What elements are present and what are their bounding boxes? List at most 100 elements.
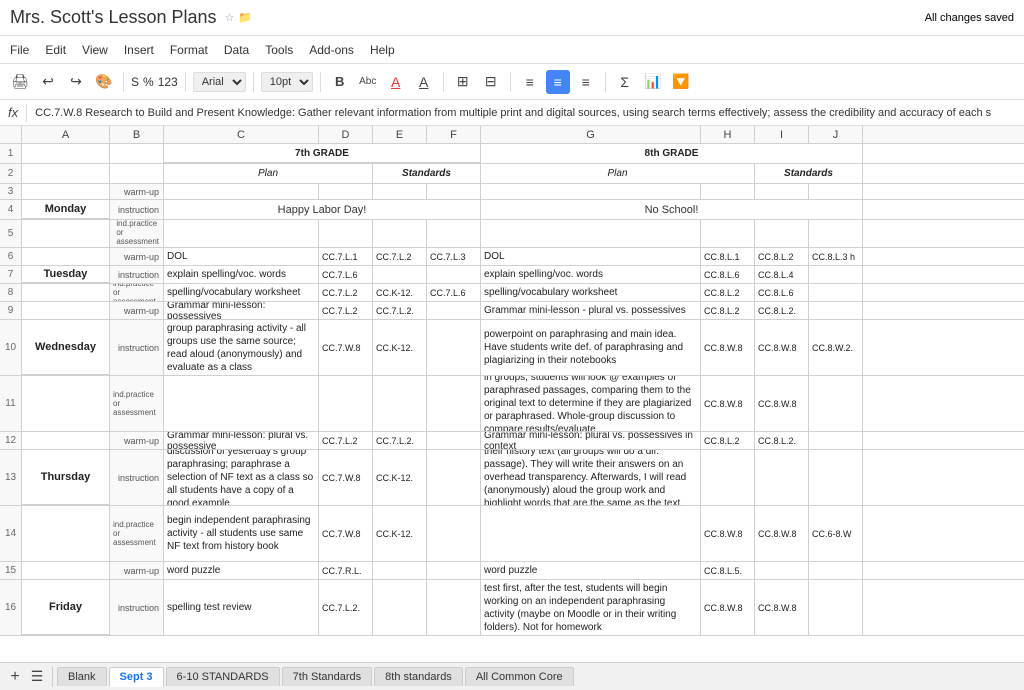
menu-file[interactable]: File	[10, 43, 29, 57]
cell-plan-7[interactable]: Plan	[164, 164, 373, 183]
menu-edit[interactable]: Edit	[45, 43, 66, 57]
cell-11-j[interactable]	[809, 376, 863, 431]
font-color-btn[interactable]: A	[384, 70, 408, 94]
cell-15-a[interactable]	[22, 562, 110, 579]
col-header-e[interactable]: E	[373, 126, 427, 143]
tab-7th-standards[interactable]: 7th Standards	[282, 667, 373, 686]
cell-15-d[interactable]: CC.7.R.L.	[319, 562, 373, 579]
col-header-i[interactable]: I	[755, 126, 809, 143]
cell-plan-8[interactable]: Plan	[481, 164, 755, 183]
cell-happy-labor-day[interactable]: Happy Labor Day!	[164, 200, 481, 219]
cell-friday[interactable]: Friday	[22, 580, 110, 635]
cell-9-d[interactable]: CC.7.L.2	[319, 302, 373, 319]
cell-6-i[interactable]: CC.8.L.2	[755, 248, 809, 265]
cell-14-j[interactable]: CC.6-8.W	[809, 506, 863, 561]
cell-9-g[interactable]: Grammar mini-lesson - plural vs. possess…	[481, 302, 701, 319]
cell-13-j[interactable]	[809, 450, 863, 505]
cell-13-d[interactable]: CC.7.W.8	[319, 450, 373, 505]
cell-9-a[interactable]	[22, 302, 110, 319]
cell-5-c[interactable]	[164, 220, 319, 247]
cell-16-i[interactable]: CC.8.W.8	[755, 580, 809, 635]
cell-thursday[interactable]: Thursday	[22, 450, 110, 505]
tab-all-common-core[interactable]: All Common Core	[465, 667, 574, 686]
star-icon[interactable]: ☆	[225, 11, 235, 24]
cell-6-j[interactable]: CC.8.L.3 h	[809, 248, 863, 265]
cell-8th-grade-header[interactable]: 8th GRADE	[481, 144, 863, 163]
cell-1-b[interactable]	[110, 144, 164, 163]
cell-5-g[interactable]	[481, 220, 701, 247]
cell-13-h[interactable]	[701, 450, 755, 505]
cell-5-h[interactable]	[701, 220, 755, 247]
cell-15-c[interactable]: word puzzle	[164, 562, 319, 579]
cell-15-b[interactable]: warm-up	[110, 562, 164, 579]
undo-btn[interactable]: ↩	[36, 70, 60, 94]
cell-8-d[interactable]: CC.7.L.2	[319, 284, 373, 301]
col-header-f[interactable]: F	[427, 126, 481, 143]
cell-9-e[interactable]: CC.7.L.2.	[373, 302, 427, 319]
cell-6-g[interactable]: DOL	[481, 248, 701, 265]
cell-8-b[interactable]: ind.practice or assessment	[110, 284, 164, 301]
align-right-btn[interactable]: ≡	[574, 70, 598, 94]
cell-12-c[interactable]: Grammar mini-lesson: plural vs. possessi…	[164, 432, 319, 449]
cell-13-f[interactable]	[427, 450, 481, 505]
tab-6-10-standards[interactable]: 6-10 STANDARDS	[166, 667, 280, 686]
cell-6-c[interactable]: DOL	[164, 248, 319, 265]
cell-8-c[interactable]: spelling/vocabulary worksheet	[164, 284, 319, 301]
cell-16-j[interactable]	[809, 580, 863, 635]
abc-btn[interactable]: Abc	[356, 70, 380, 94]
borders-btn[interactable]: ⊞	[451, 70, 475, 94]
cell-8-i[interactable]: CC.8.L.6	[755, 284, 809, 301]
cell-15-i[interactable]	[755, 562, 809, 579]
cell-5-e[interactable]	[373, 220, 427, 247]
cell-16-g[interactable]: test first, after the test, students wil…	[481, 580, 701, 635]
menu-addons[interactable]: Add-ons	[309, 43, 354, 57]
cell-3-c[interactable]	[164, 184, 319, 199]
cell-12-d[interactable]: CC.7.L.2	[319, 432, 373, 449]
cell-10-i[interactable]: CC.8.W.8	[755, 320, 809, 375]
cell-tuesday[interactable]: Tuesday	[22, 266, 110, 283]
col-header-b[interactable]: B	[110, 126, 164, 143]
cell-10-j[interactable]: CC.8.W.2.	[809, 320, 863, 375]
cell-3-j[interactable]	[809, 184, 863, 199]
cell-12-j[interactable]	[809, 432, 863, 449]
cell-11-i[interactable]: CC.8.W.8	[755, 376, 809, 431]
cell-10-h[interactable]: CC.8.W.8	[701, 320, 755, 375]
cell-12-e[interactable]: CC.7.L.2.	[373, 432, 427, 449]
cell-11-g[interactable]: in groups, students will look @ examples…	[481, 376, 701, 431]
cell-16-h[interactable]: CC.8.W.8	[701, 580, 755, 635]
cell-12-b[interactable]: warm-up	[110, 432, 164, 449]
cell-7-d[interactable]: CC.7.L.6	[319, 266, 373, 283]
cell-14-g[interactable]	[481, 506, 701, 561]
cell-5-b[interactable]: ind.practiceorassessment	[110, 220, 164, 247]
cell-7-c[interactable]: explain spelling/voc. words	[164, 266, 319, 283]
cell-13-b[interactable]: instruction	[110, 450, 164, 505]
cell-3-f[interactable]	[427, 184, 481, 199]
cell-10-c[interactable]: group paraphrasing activity - all groups…	[164, 320, 319, 375]
cell-16-c[interactable]: spelling test review	[164, 580, 319, 635]
cell-13-g[interactable]: Students in groups will paraphrase a sec…	[481, 450, 701, 505]
merge-btn[interactable]: ⊟	[479, 70, 503, 94]
sheets-list-btn[interactable]: ☰	[26, 666, 48, 688]
cell-10-b[interactable]: instruction	[110, 320, 164, 375]
cell-10-d[interactable]: CC.7.W.8	[319, 320, 373, 375]
cell-5-f[interactable]	[427, 220, 481, 247]
cell-7-f[interactable]	[427, 266, 481, 283]
menu-view[interactable]: View	[82, 43, 108, 57]
cell-12-f[interactable]	[427, 432, 481, 449]
cell-9-c[interactable]: Grammar mini-lesson: possessives	[164, 302, 319, 319]
cell-14-d[interactable]: CC.7.W.8	[319, 506, 373, 561]
cell-10-g[interactable]: powerpoint on paraphrasing and main idea…	[481, 320, 701, 375]
cell-6-e[interactable]: CC.7.L.2	[373, 248, 427, 265]
cell-13-i[interactable]	[755, 450, 809, 505]
cell-5-d[interactable]	[319, 220, 373, 247]
cell-11-b[interactable]: ind.practice or assessment	[110, 376, 164, 431]
cell-3-b[interactable]: warm-up	[110, 184, 164, 199]
cell-7-h[interactable]: CC.8.L.6	[701, 266, 755, 283]
menu-tools[interactable]: Tools	[265, 43, 293, 57]
col-header-d[interactable]: D	[319, 126, 373, 143]
cell-8-e[interactable]: CC.K-12.	[373, 284, 427, 301]
cell-no-school[interactable]: No School!	[481, 200, 863, 219]
cell-14-f[interactable]	[427, 506, 481, 561]
align-left-btn[interactable]: ≡	[518, 70, 542, 94]
cell-14-e[interactable]: CC.K-12.	[373, 506, 427, 561]
